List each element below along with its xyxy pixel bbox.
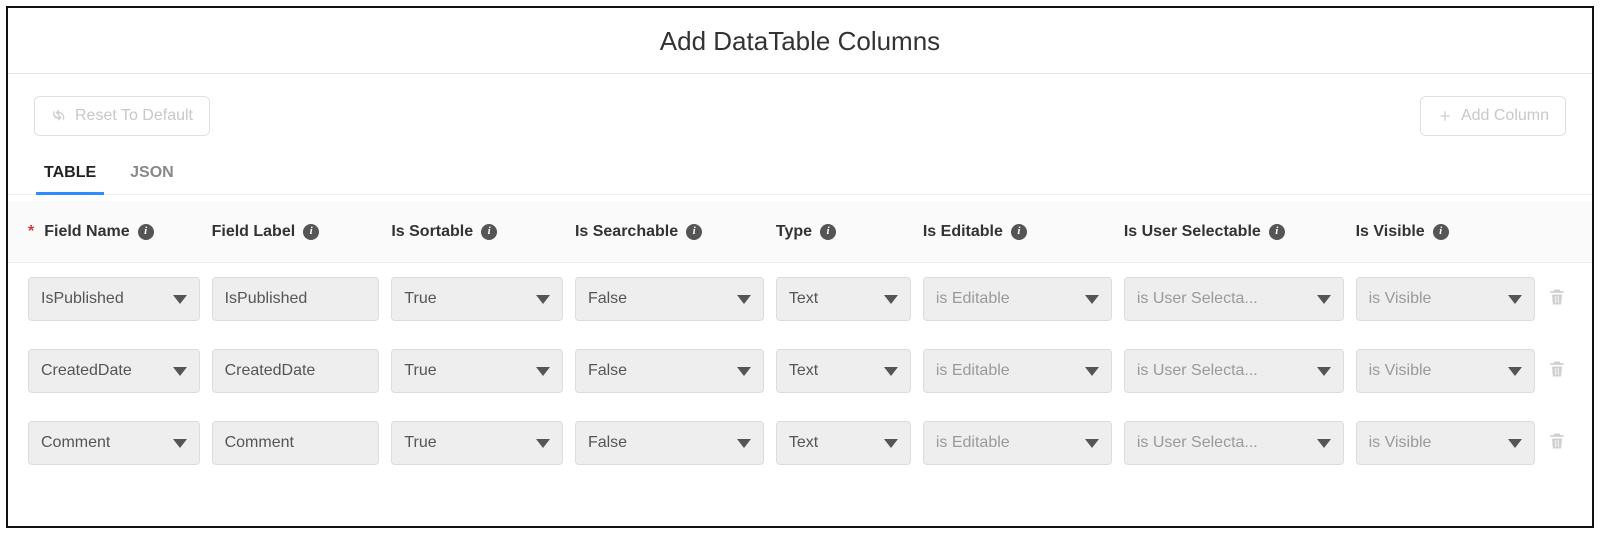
dialog-panel: Add DataTable Columns Reset To Default A… [6, 6, 1594, 528]
is-editable-select[interactable]: is Editable [923, 421, 1112, 465]
chevron-down-icon [173, 439, 187, 448]
delete-icon[interactable] [1547, 431, 1567, 451]
chevron-down-icon [1317, 439, 1331, 448]
header-is-editable: Is Editable i [923, 223, 1112, 241]
is-user-selectable-select[interactable]: is User Selecta... [1124, 349, 1344, 393]
chevron-down-icon [1508, 367, 1522, 376]
is-user-selectable-select[interactable]: is User Selecta... [1124, 277, 1344, 321]
table-row: CreatedDate CreatedDate True False Text … [8, 335, 1592, 407]
table-row: Comment Comment True False Text is Edita… [8, 407, 1592, 479]
info-icon[interactable]: i [303, 224, 319, 240]
is-searchable-select[interactable]: False [575, 277, 764, 321]
chevron-down-icon [1317, 367, 1331, 376]
table-body: IsPublished IsPublished True False Text … [8, 263, 1592, 479]
add-column-button[interactable]: Add Column [1420, 96, 1566, 136]
tab-bar: TABLE JSON [8, 148, 1592, 195]
chevron-down-icon [1085, 295, 1099, 304]
dialog-title: Add DataTable Columns [8, 8, 1592, 74]
is-searchable-select[interactable]: False [575, 421, 764, 465]
field-name-select[interactable]: IsPublished [28, 277, 200, 321]
info-icon[interactable]: i [1011, 224, 1027, 240]
field-label-input[interactable]: CreatedDate [212, 349, 380, 393]
reset-to-default-label: Reset To Default [75, 107, 193, 125]
chevron-down-icon [173, 295, 187, 304]
type-select[interactable]: Text [776, 421, 911, 465]
is-user-selectable-select[interactable]: is User Selecta... [1124, 421, 1344, 465]
chevron-down-icon [1085, 439, 1099, 448]
chevron-down-icon [536, 367, 550, 376]
info-icon[interactable]: i [686, 224, 702, 240]
header-is-sortable: Is Sortable i [391, 223, 563, 241]
is-sortable-select[interactable]: True [391, 421, 563, 465]
info-icon[interactable]: i [481, 224, 497, 240]
field-label-input[interactable]: Comment [212, 421, 380, 465]
chevron-down-icon [1317, 295, 1331, 304]
chevron-down-icon [1508, 295, 1522, 304]
type-select[interactable]: Text [776, 277, 911, 321]
plus-icon [1437, 108, 1453, 124]
table-header-row: *Field Name i Field Label i Is Sortable … [8, 201, 1592, 263]
table-row: IsPublished IsPublished True False Text … [8, 263, 1592, 335]
field-label-input[interactable]: IsPublished [212, 277, 380, 321]
info-icon[interactable]: i [1433, 224, 1449, 240]
chevron-down-icon [1508, 439, 1522, 448]
chevron-down-icon [536, 439, 550, 448]
is-visible-select[interactable]: is Visible [1356, 277, 1535, 321]
chevron-down-icon [173, 367, 187, 376]
chevron-down-icon [737, 295, 751, 304]
header-field-name: *Field Name i [28, 223, 200, 241]
info-icon[interactable]: i [820, 224, 836, 240]
chevron-down-icon [1085, 367, 1099, 376]
tab-table[interactable]: TABLE [42, 156, 98, 194]
chevron-down-icon [536, 295, 550, 304]
delete-icon[interactable] [1547, 359, 1567, 379]
chevron-down-icon [884, 439, 898, 448]
info-icon[interactable]: i [1269, 224, 1285, 240]
header-type: Type i [776, 223, 911, 241]
refresh-icon [51, 108, 67, 124]
info-icon[interactable]: i [138, 224, 154, 240]
add-column-label: Add Column [1461, 107, 1549, 125]
chevron-down-icon [884, 295, 898, 304]
is-visible-select[interactable]: is Visible [1356, 349, 1535, 393]
header-is-user-selectable: Is User Selectable i [1124, 223, 1344, 241]
chevron-down-icon [737, 367, 751, 376]
header-is-searchable: Is Searchable i [575, 223, 764, 241]
field-name-select[interactable]: CreatedDate [28, 349, 200, 393]
is-editable-select[interactable]: is Editable [923, 277, 1112, 321]
chevron-down-icon [737, 439, 751, 448]
field-name-select[interactable]: Comment [28, 421, 200, 465]
reset-to-default-button[interactable]: Reset To Default [34, 96, 210, 136]
type-select[interactable]: Text [776, 349, 911, 393]
is-sortable-select[interactable]: True [391, 277, 563, 321]
is-sortable-select[interactable]: True [391, 349, 563, 393]
toolbar: Reset To Default Add Column [8, 74, 1592, 148]
is-visible-select[interactable]: is Visible [1356, 421, 1535, 465]
header-field-label: Field Label i [212, 223, 380, 241]
header-is-visible: Is Visible i [1356, 223, 1535, 241]
delete-icon[interactable] [1547, 287, 1567, 307]
is-searchable-select[interactable]: False [575, 349, 764, 393]
is-editable-select[interactable]: is Editable [923, 349, 1112, 393]
chevron-down-icon [884, 367, 898, 376]
tab-json[interactable]: JSON [128, 156, 176, 194]
